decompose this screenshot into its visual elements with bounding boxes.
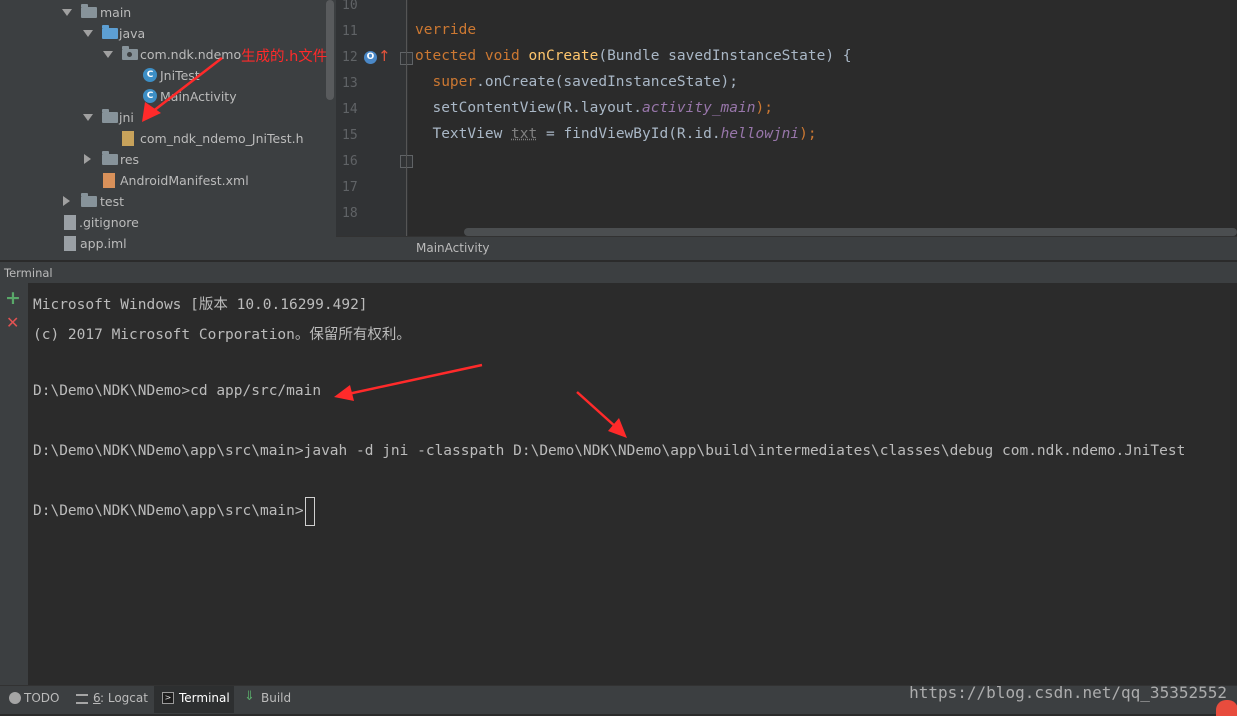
annotation-arrowhead: [142, 102, 161, 122]
watermark-logo-icon: [1216, 700, 1237, 716]
annotation-arrow: [576, 391, 618, 429]
build-icon: ⇓: [244, 689, 255, 704]
tab-terminal[interactable]: > Terminal: [154, 686, 234, 713]
annotation-arrows: [142, 57, 627, 438]
tab-build[interactable]: ⇓ Build: [240, 686, 296, 713]
todo-icon: [9, 692, 21, 704]
watermark-text: https://blog.csdn.net/qq_35352552: [909, 683, 1227, 702]
annotation-arrowhead: [334, 385, 354, 401]
logcat-icon: [76, 694, 88, 704]
tab-label: : Logcat: [100, 691, 148, 705]
tab-label: Terminal: [179, 691, 230, 705]
tab-todo[interactable]: TODO: [6, 686, 64, 713]
annotation-arrow: [347, 363, 483, 396]
tab-label: TODO: [24, 691, 60, 705]
terminal-icon: >: [162, 692, 174, 704]
annotation-arrow: [151, 57, 223, 113]
tab-logcat[interactable]: 6 : Logcat: [72, 686, 150, 713]
tab-label: Build: [261, 691, 292, 705]
